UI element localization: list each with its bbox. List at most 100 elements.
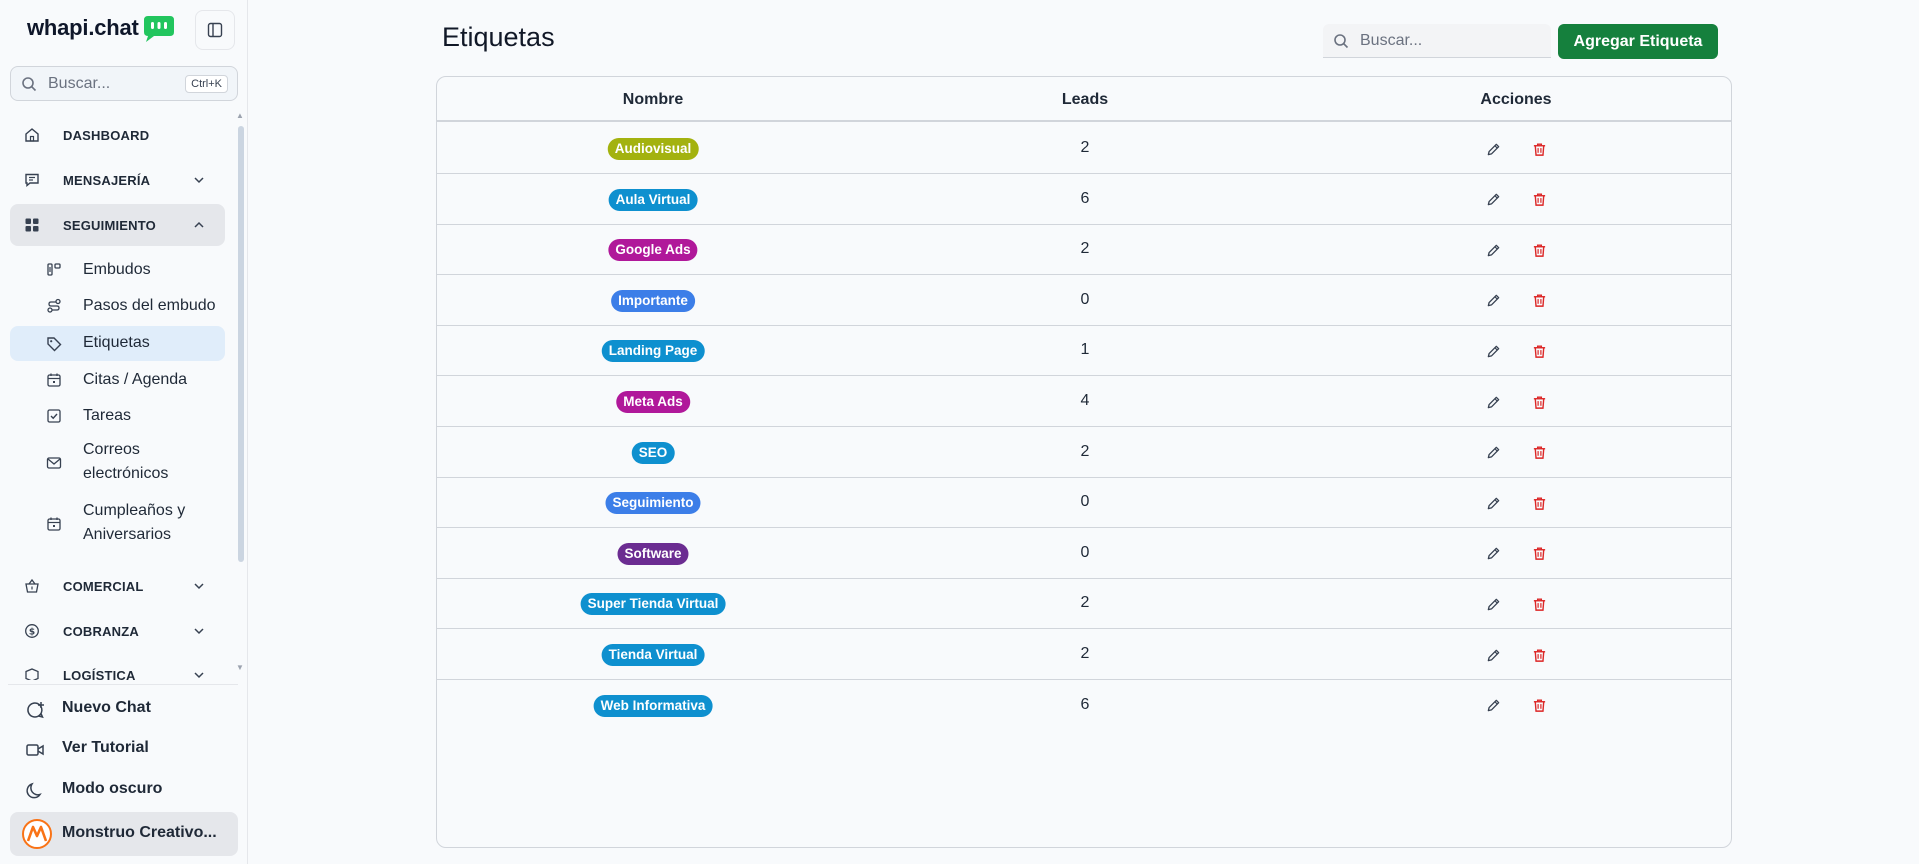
sidebar-section-mensajeria[interactable]: MENSAJERÍA (10, 159, 225, 201)
tag-chip: Super Tienda Virtual (580, 593, 726, 616)
new-chat-button[interactable]: Nuevo Chat (10, 690, 238, 728)
sub-item-label: Cumpleaños y Aniversarios (83, 502, 186, 543)
delete-tag-button[interactable] (1529, 696, 1549, 716)
edit-tag-button[interactable] (1483, 291, 1503, 311)
delete-tag-button[interactable] (1529, 190, 1549, 210)
search-placeholder: Buscar... (1360, 32, 1423, 49)
tag-chip: Software (617, 542, 689, 565)
sidebar-item-embudos[interactable]: Embudos (10, 252, 225, 288)
edit-tag-button[interactable] (1483, 594, 1503, 614)
mail-icon (46, 457, 62, 469)
section-label: COMERCIAL (63, 579, 144, 594)
edit-tag-button[interactable] (1483, 392, 1503, 412)
add-tag-button[interactable]: Agregar Etiqueta (1558, 24, 1718, 59)
trash-icon (1533, 294, 1545, 308)
sidebar-section-dashboard[interactable]: DASHBOARD (10, 114, 225, 156)
edit-tag-button[interactable] (1483, 240, 1503, 260)
delete-tag-button[interactable] (1529, 594, 1549, 614)
chat-logo-icon (144, 16, 174, 42)
leads-count: 2 (1080, 645, 1090, 662)
pencil-icon (1487, 497, 1499, 509)
tags-table: Nombre Leads Acciones Audiovisual 2 Aula V… (436, 76, 1732, 848)
delete-tag-button[interactable] (1529, 392, 1549, 412)
edit-tag-button[interactable] (1483, 139, 1503, 159)
search-shortcut: Ctrl+K (185, 75, 228, 93)
tag-chip: Landing Page (601, 340, 705, 363)
tag-search-input[interactable]: Buscar... (1323, 24, 1551, 58)
pencil-icon (1487, 699, 1499, 712)
delete-tag-button[interactable] (1529, 544, 1549, 564)
table-row: Audiovisual 2 (437, 123, 1731, 174)
delete-tag-button[interactable] (1529, 139, 1549, 159)
brand-avatar-icon (26, 825, 48, 842)
grid-icon (25, 218, 39, 232)
delete-tag-button[interactable] (1529, 291, 1549, 311)
sidebar-item-etiquetas[interactable]: Etiquetas (10, 326, 225, 361)
delete-tag-button[interactable] (1529, 493, 1549, 513)
sidebar-section-seguimiento[interactable]: SEGUIMIENTO (10, 204, 225, 246)
leads-count: 0 (1080, 493, 1090, 511)
section-label: COBRANZA (63, 624, 139, 639)
sidebar-section-comercial[interactable]: COMERCIAL (10, 565, 225, 607)
pencil-icon (1487, 446, 1499, 459)
leads-count: 2 (1080, 139, 1090, 156)
edit-tag-button[interactable] (1483, 443, 1503, 463)
route-icon (47, 298, 61, 313)
table-row: Landing Page 1 (437, 325, 1731, 377)
leads-count: 0 (1080, 543, 1090, 561)
sidebar-item-correos[interactable]: Correos electrónicos (10, 434, 225, 492)
delete-tag-button[interactable] (1529, 341, 1549, 361)
chat-plus-icon (27, 702, 44, 719)
sub-item-label: Embudos (83, 261, 151, 278)
chevron-down-icon (194, 177, 204, 184)
leads-count: 1 (1080, 341, 1090, 359)
basket-icon (25, 578, 39, 593)
message-icon (25, 173, 39, 187)
column-header-leads[interactable]: Leads (1062, 91, 1108, 109)
dark-mode-toggle[interactable]: Modo oscuro (10, 771, 238, 809)
section-label: LOGÍSTICA (63, 668, 136, 680)
sidebar-item-pasos[interactable]: Pasos del embudo (10, 288, 225, 324)
delete-tag-button[interactable] (1529, 645, 1549, 665)
scroll-down-icon[interactable]: ▼ (236, 663, 244, 672)
footer-divider (8, 684, 238, 685)
edit-tag-button[interactable] (1483, 645, 1503, 665)
leads-count: 2 (1080, 594, 1090, 612)
leads-count: 2 (1080, 240, 1090, 258)
sidebar-scrollbar[interactable] (238, 126, 244, 562)
sidebar-section-logistica[interactable]: LOGÍSTICA (10, 654, 225, 680)
tag-chip: Importante (611, 289, 695, 312)
video-icon (26, 744, 44, 756)
edit-tag-button[interactable] (1483, 493, 1503, 513)
leads-count: 4 (1080, 392, 1090, 409)
collapse-sidebar-button[interactable] (195, 10, 235, 50)
sidebar-section-cobranza[interactable]: $ COBRANZA (10, 610, 225, 652)
leads-count: 6 (1080, 189, 1090, 207)
sidebar-item-citas[interactable]: Citas / Agenda (10, 362, 225, 398)
sub-item-label: Citas / Agenda (83, 371, 188, 388)
trash-icon (1533, 547, 1545, 561)
scroll-up-icon[interactable]: ▲ (236, 111, 244, 120)
delete-tag-button[interactable] (1529, 240, 1549, 260)
tutorial-button[interactable]: Ver Tutorial (10, 730, 238, 768)
user-menu[interactable]: Monstruo Creativo... (10, 812, 238, 856)
sidebar-search[interactable]: Buscar... Ctrl+K (10, 66, 238, 101)
tag-chip: Google Ads (608, 239, 698, 262)
moon-icon (26, 782, 42, 799)
edit-tag-button[interactable] (1483, 544, 1503, 564)
chevron-down-icon (194, 672, 204, 679)
edit-tag-button[interactable] (1483, 190, 1503, 210)
tag-chip: Web Informativa (593, 694, 713, 717)
sidebar-search-placeholder: Buscar... (48, 75, 111, 92)
trash-icon (1533, 244, 1545, 257)
sidebar-item-cumpleanos[interactable]: Cumpleaños y Aniversarios (10, 495, 225, 553)
column-header-nombre[interactable]: Nombre (623, 91, 683, 109)
edit-tag-button[interactable] (1483, 341, 1503, 361)
trash-icon (1533, 143, 1545, 156)
delete-tag-button[interactable] (1529, 443, 1549, 463)
sub-item-label: Pasos del embudo (83, 297, 216, 314)
sidebar-item-tareas[interactable]: Tareas (10, 398, 225, 434)
edit-tag-button[interactable] (1483, 696, 1503, 716)
table-row: Meta Ads 4 (437, 376, 1731, 427)
tag-chip: SEO (631, 441, 675, 464)
